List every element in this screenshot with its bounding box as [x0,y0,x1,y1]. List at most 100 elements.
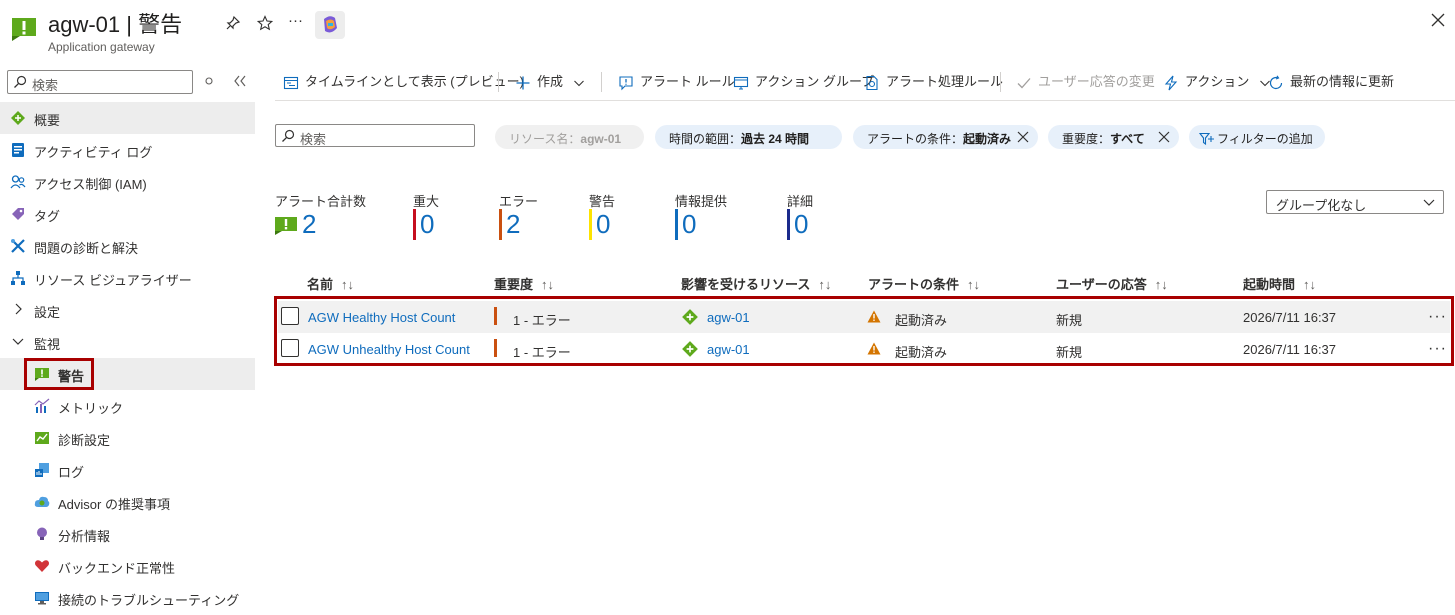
refresh-button[interactable]: 最新の情報に更新 [1268,71,1394,93]
chevron-right-icon [15,303,22,315]
heart-icon [34,560,50,572]
wrench-screwdriver-icon [11,239,25,253]
application-gateway-alert-icon [12,18,36,41]
toolbar-divider [498,72,499,92]
filter-resource-name: リソース名：agw-01 [495,125,644,149]
summary-warning[interactable]: 警告 0 [589,191,615,240]
sidebar-search-input[interactable]: 検索 [7,70,193,94]
column-header-severity[interactable]: 重要度 ↑↓ [494,274,554,293]
sidebar-group-monitoring[interactable]: 監視 [0,326,255,358]
rows-highlight-box [274,296,1454,366]
search-icon [282,129,295,142]
toolbar-divider [601,72,602,92]
error-severity-bar [499,209,502,240]
filter-time-range[interactable]: 時間の範囲：過去 24 時間 [655,125,842,149]
summary-informational[interactable]: 情報提供 0 [675,191,727,240]
lightning-icon [1164,75,1178,90]
create-button[interactable]: 作成 [515,71,591,93]
checkmark-icon [1017,77,1031,89]
summary-total: アラート合計数 2 [275,194,367,239]
hierarchy-icon [11,271,25,285]
column-header-name[interactable]: 名前 ↑↓ [307,274,354,293]
advisor-cloud-icon [34,496,50,507]
people-icon [10,175,26,189]
tag-icon [12,208,24,220]
filter-alert-condition[interactable]: アラートの条件：起動済み [853,125,1038,149]
sidebar-item-connection-troubleshoot[interactable]: 接続のトラブルシューティング [0,582,255,614]
refresh-icon [1269,75,1283,89]
sidebar-item-activity-log[interactable]: アクティビティ ログ [0,134,255,166]
collapse-sidebar-icon[interactable] [233,75,247,87]
search-icon [14,75,27,88]
sidebar-item-logs[interactable]: ログ [0,454,255,486]
resource-type: Application gateway [48,40,155,54]
pin-icon[interactable] [225,15,241,31]
alert-rules-button[interactable]: アラート ルール [618,71,735,93]
sort-icon: ↑↓ [818,277,832,292]
page-title: agw-01 | 警告 [48,12,183,37]
alert-total-icon [275,217,297,235]
alerts-search-input[interactable]: 検索 [275,124,475,147]
sidebar-item-diagnose[interactable]: 問題の診断と解決 [0,230,255,262]
toolbar-divider [1000,72,1001,92]
sidebar-item-access-control[interactable]: アクセス制御 (IAM) [0,166,255,198]
sidebar-item-insights[interactable]: 分析情報 [0,518,255,550]
filter-severity[interactable]: 重要度：すべて [1048,125,1179,149]
activity-log-icon [12,143,24,157]
sidebar-item-diagnostic-settings[interactable]: 診断設定 [0,422,255,454]
info-severity-bar [675,209,678,240]
sidebar-search-placeholder: 検索 [32,78,59,93]
sidebar-item-metrics[interactable]: メトリック [0,390,255,422]
plus-icon [516,76,530,90]
add-filter-button[interactable]: フィルターの追加 [1189,125,1325,149]
timeline-view-button[interactable]: タイムラインとして表示 (プレビュー) [283,71,524,93]
copilot-icon [324,16,337,33]
remove-filter-icon[interactable] [1017,131,1029,143]
chevron-down-icon [1423,199,1435,206]
close-icon[interactable] [1429,11,1447,29]
remove-filter-icon[interactable] [1158,131,1170,143]
sidebar-item-advisor[interactable]: Advisor の推奨事項 [0,486,255,518]
column-header-user-response[interactable]: ユーザーの応答 ↑↓ [1056,274,1168,293]
verbose-severity-bar [787,209,790,240]
toolbar-bottom-divider [275,100,1455,101]
alerts-search-placeholder: 検索 [300,132,327,147]
critical-severity-bar [413,209,416,240]
sidebar-group-settings[interactable]: 設定 [0,294,255,326]
chevron-down-icon [573,80,584,86]
sort-icon: ↑↓ [541,277,555,292]
add-filter-icon [1198,132,1214,146]
change-user-response-button[interactable]: ユーザー応答の変更 [1016,71,1155,93]
summary-error[interactable]: エラー 2 [499,191,538,240]
summary-critical[interactable]: 重大 0 [413,191,439,240]
alert-processing-rules-button[interactable]: アラート処理ルール [864,71,1003,93]
sidebar-item-resource-visualizer[interactable]: リソース ビジュアライザー [0,262,255,294]
sort-icon: ↑↓ [1303,277,1317,292]
action-groups-button[interactable]: アクション グループ [733,71,874,93]
sidebar-item-tags[interactable]: タグ [0,198,255,230]
column-header-fired-time[interactable]: 起動時間 ↑↓ [1243,274,1316,293]
action-group-icon [733,76,749,90]
sort-icon: ↑↓ [341,277,355,292]
metrics-chart-icon [34,398,50,413]
favorite-star-icon[interactable] [257,15,273,31]
alert-rule-icon [619,76,633,90]
sort-icon: ↑↓ [1154,277,1168,292]
chevron-down-icon [12,338,24,345]
sidebar-toggle-icon[interactable] [204,76,214,86]
sidebar-item-backend-health[interactable]: バックエンド正常性 [0,550,255,582]
sort-icon: ↑↓ [967,277,981,292]
more-options-button[interactable]: ··· [288,12,303,29]
column-header-resource[interactable]: 影響を受けるリソース ↑↓ [681,274,831,293]
warning-severity-bar [589,209,592,240]
page-header: agw-01 | 警告 Application gateway ··· [0,0,1455,62]
actions-button[interactable]: アクション [1163,71,1277,93]
copilot-button[interactable] [315,11,345,39]
column-header-condition[interactable]: アラートの条件 ↑↓ [868,274,980,293]
grouping-dropdown[interactable]: グループ化なし [1266,190,1444,214]
sidebar-item-overview[interactable]: 概要 [0,102,255,134]
diagnostic-settings-icon [35,432,49,444]
logs-icon [35,463,49,477]
alerts-highlight-box [24,358,94,390]
summary-verbose[interactable]: 詳細 0 [787,191,813,240]
